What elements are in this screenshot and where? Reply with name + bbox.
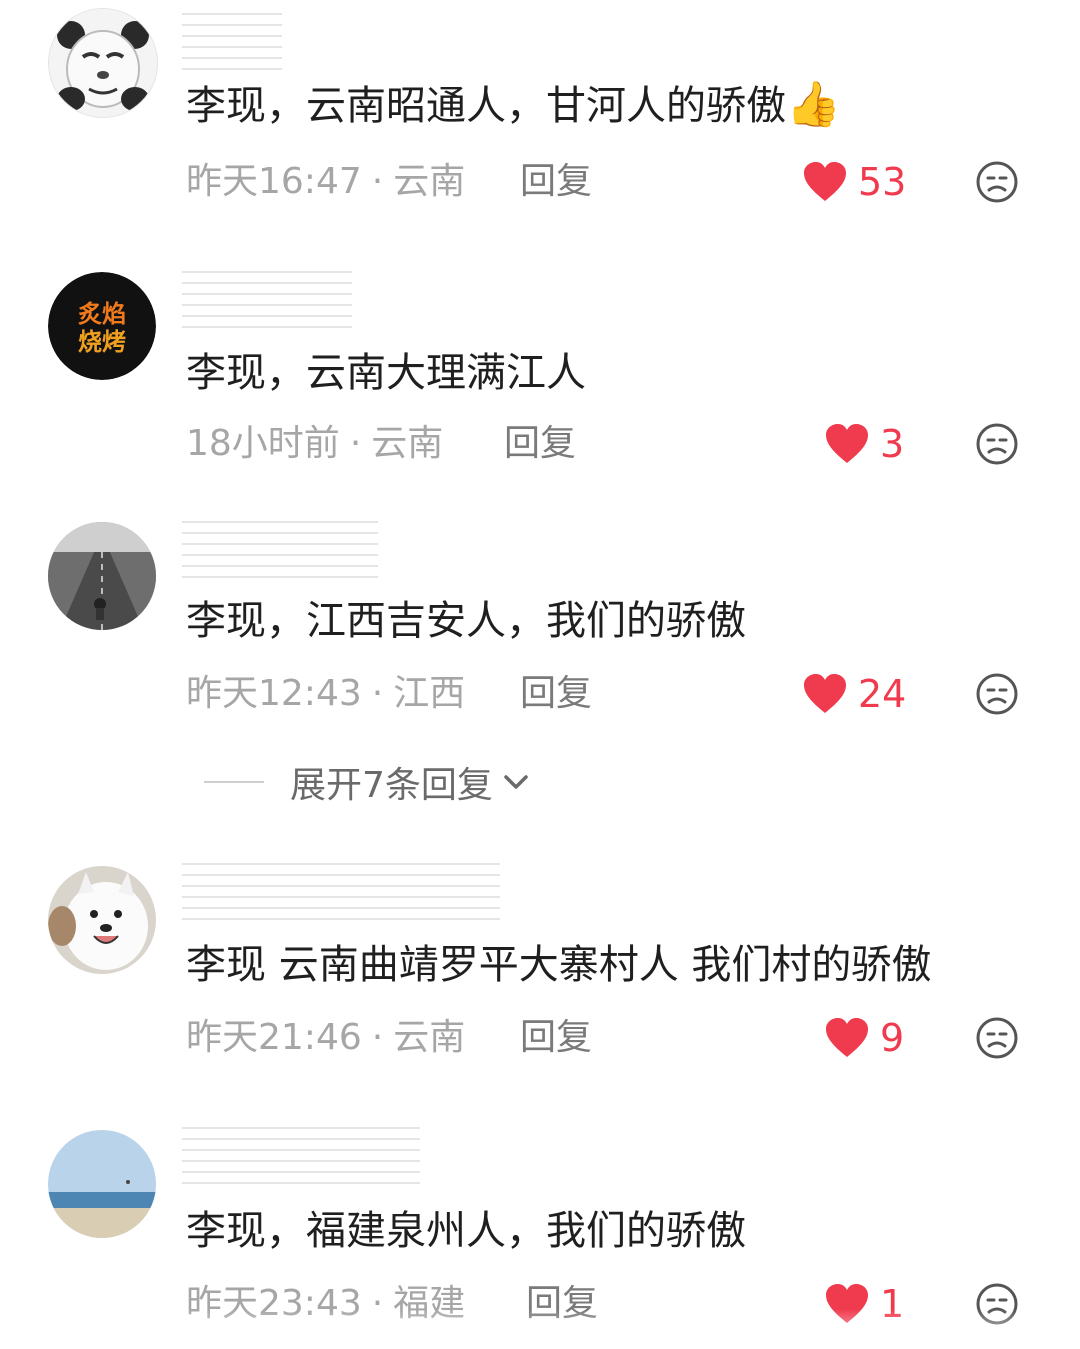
heart-icon bbox=[804, 674, 846, 713]
username-obscured[interactable] bbox=[182, 1122, 420, 1184]
avatar[interactable] bbox=[48, 1130, 156, 1238]
like-button[interactable]: 3 bbox=[824, 422, 904, 466]
reply-button[interactable]: 回复 bbox=[520, 160, 592, 204]
meta-separator: · bbox=[371, 1017, 384, 1058]
expand-replies-label: 展开7条回复 bbox=[290, 765, 493, 806]
avatar[interactable] bbox=[48, 8, 158, 118]
comment-text: 李现，江西吉安人，我们的骄傲 bbox=[186, 598, 746, 644]
comment-time: 昨天21:46 bbox=[186, 1017, 362, 1058]
reply-button[interactable]: 回复 bbox=[520, 1016, 592, 1060]
comment-text: 李现，云南大理满江人 bbox=[186, 350, 586, 396]
avatar-logo-text: 炙焰 bbox=[78, 300, 126, 328]
avatar[interactable] bbox=[48, 866, 156, 974]
comment-meta: 昨天21:46 · 云南 bbox=[186, 1016, 465, 1060]
like-count: 9 bbox=[880, 1016, 905, 1060]
like-button[interactable]: 24 bbox=[802, 672, 906, 716]
comment-meta: 昨天12:43 · 江西 bbox=[186, 672, 465, 716]
username-obscured[interactable] bbox=[182, 516, 378, 578]
reply-button[interactable]: 回复 bbox=[504, 422, 576, 466]
username-obscured[interactable] bbox=[182, 8, 282, 70]
username-obscured[interactable] bbox=[182, 858, 500, 920]
expand-divider bbox=[204, 781, 264, 783]
like-count: 3 bbox=[880, 422, 905, 466]
road-photo-avatar-icon bbox=[48, 522, 156, 630]
expand-replies-button[interactable]: 展开7条回复 bbox=[204, 760, 533, 806]
avatar[interactable]: 炙焰 烧烤 bbox=[48, 272, 156, 380]
meta-separator: · bbox=[349, 423, 362, 464]
meta-separator: · bbox=[371, 161, 384, 202]
like-button[interactable]: 53 bbox=[802, 160, 906, 204]
comment-meta: 18小时前 · 云南 bbox=[186, 422, 443, 466]
comment-text: 李现，福建泉州人，我们的骄傲 bbox=[186, 1208, 746, 1254]
comment-region: 云南 bbox=[393, 161, 466, 202]
dislike-face-icon[interactable] bbox=[975, 672, 1019, 716]
dislike-face-icon[interactable] bbox=[975, 160, 1019, 204]
panda-meme-avatar-icon bbox=[49, 9, 157, 117]
heart-icon bbox=[826, 1018, 868, 1057]
meta-separator: · bbox=[371, 673, 384, 714]
svg-text:烧烤: 烧烤 bbox=[78, 328, 126, 356]
comment-meta: 昨天16:47 · 云南 bbox=[186, 160, 465, 204]
comment-time: 昨天12:43 bbox=[186, 673, 362, 714]
comment-time: 18小时前 bbox=[186, 423, 340, 464]
beach-photo-avatar-icon bbox=[48, 1130, 156, 1238]
username-obscured[interactable] bbox=[182, 266, 352, 328]
bottom-fade bbox=[0, 1309, 1080, 1349]
dislike-face-icon[interactable] bbox=[975, 1016, 1019, 1060]
comment-region: 云南 bbox=[393, 1017, 466, 1058]
comment-region: 江西 bbox=[393, 673, 466, 714]
like-count: 53 bbox=[858, 160, 907, 204]
heart-icon bbox=[804, 162, 846, 201]
comment-time: 昨天16:47 bbox=[186, 161, 362, 202]
comment-text: 李现 云南曲靖罗平大寨村人 我们村的骄傲 bbox=[186, 942, 932, 988]
comment-region: 云南 bbox=[371, 423, 444, 464]
heart-icon bbox=[826, 424, 868, 463]
comment-text: 李现，云南昭通人，甘河人的骄傲👍 bbox=[186, 80, 841, 131]
dislike-face-icon[interactable] bbox=[975, 422, 1019, 466]
reply-button[interactable]: 回复 bbox=[520, 672, 592, 716]
chevron-down-icon bbox=[504, 775, 528, 789]
comment-text-content: 李现，云南昭通人，甘河人的骄傲 bbox=[186, 83, 786, 129]
avatar[interactable] bbox=[48, 522, 156, 630]
samoyed-dog-avatar-icon bbox=[48, 866, 156, 974]
thumbs-up-emoji: 👍 bbox=[786, 79, 841, 130]
like-button[interactable]: 9 bbox=[824, 1016, 904, 1060]
like-count: 24 bbox=[858, 672, 907, 716]
bbq-logo-avatar-icon: 炙焰 烧烤 bbox=[48, 272, 156, 380]
